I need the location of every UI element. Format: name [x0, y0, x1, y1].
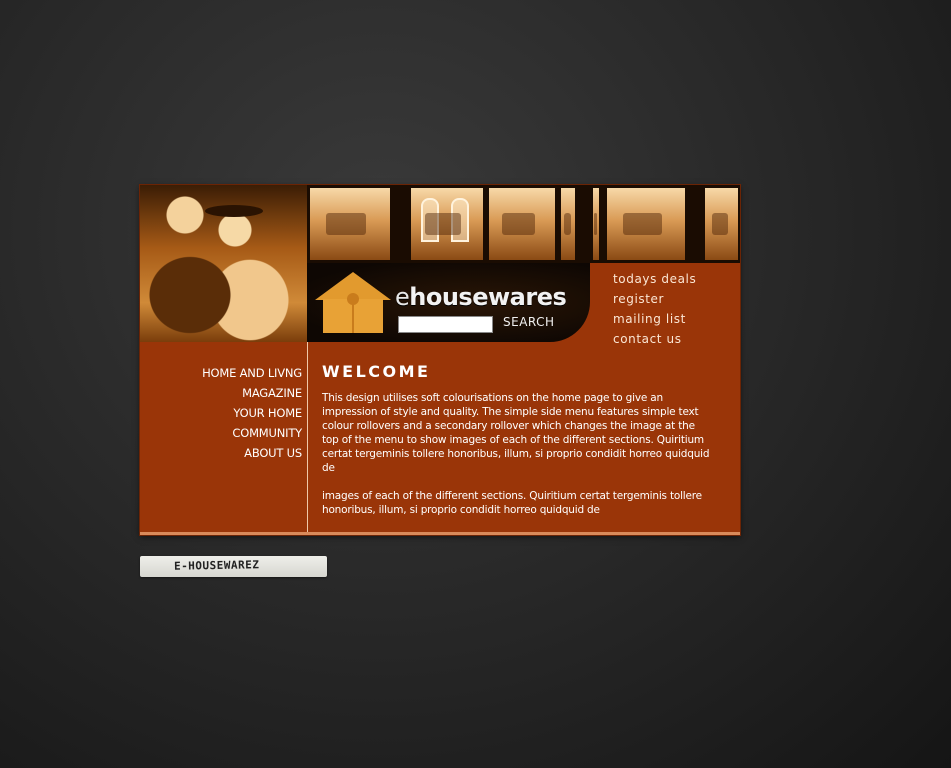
search-input[interactable] — [398, 316, 493, 333]
brand-logo[interactable]: ehousewares — [395, 283, 567, 311]
footer-tag: E-HOUSEWAREZ — [140, 556, 327, 577]
site-panel: ehousewares SEARCH todays deals register… — [140, 185, 740, 535]
side-nav-magazine[interactable]: HOME AND LIVNG MAGAZINE — [140, 363, 302, 403]
side-nav-community[interactable]: COMMUNITY — [140, 423, 302, 443]
nav-mailing-list[interactable]: mailing list — [613, 309, 696, 329]
side-nav: HOME AND LIVNG MAGAZINE YOUR HOME COMMUN… — [140, 363, 302, 463]
strip-photo — [561, 188, 575, 260]
main-content: WELCOME This design utilises soft colour… — [322, 362, 712, 531]
window-room-photo — [411, 188, 483, 260]
page-title: WELCOME — [322, 362, 431, 381]
side-nav-about-us[interactable]: ABOUT US — [140, 443, 302, 463]
strip-photo — [593, 188, 599, 260]
strip-photo — [705, 188, 738, 260]
content-divider — [307, 342, 308, 535]
couple-photo — [140, 185, 307, 342]
kitchen-photo — [489, 188, 555, 260]
room-photo-strip — [307, 185, 740, 263]
top-nav: todays deals register mailing list conta… — [613, 269, 696, 349]
nav-todays-deals[interactable]: todays deals — [613, 269, 696, 289]
nav-contact-us[interactable]: contact us — [613, 329, 696, 349]
side-nav-your-home[interactable]: YOUR HOME — [140, 403, 302, 423]
body-paragraph: This design utilises soft colourisations… — [322, 392, 710, 474]
footer-tag-text: E-HOUSEWAREZ — [173, 558, 260, 573]
body-paragraph: images of each of the different sections… — [322, 490, 702, 516]
search-button[interactable]: SEARCH — [503, 315, 555, 329]
living-room-photo — [310, 188, 390, 260]
nav-register[interactable]: register — [613, 289, 696, 309]
logo-search-area: ehousewares SEARCH — [307, 263, 590, 342]
painter-photo — [607, 188, 685, 260]
